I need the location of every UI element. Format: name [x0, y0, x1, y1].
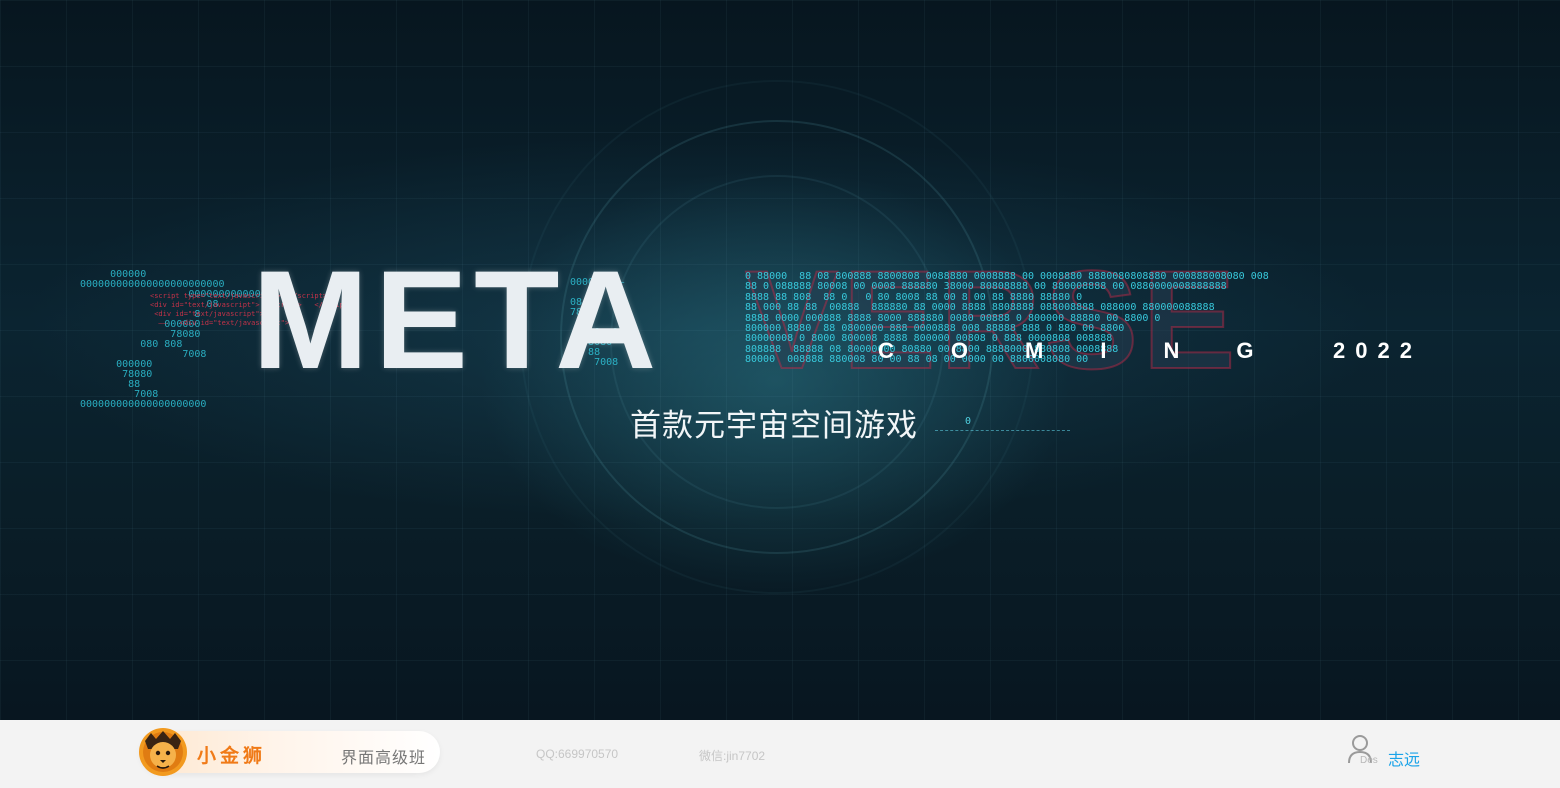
subtitle-code-mark: 0: [965, 416, 972, 427]
hero-banner: 000000 000000000000000000000000 00000000…: [0, 0, 1560, 720]
meta-word: META: [252, 241, 663, 398]
author-name[interactable]: 志远: [1388, 746, 1420, 770]
wechat-contact: 微信:jin7702: [699, 749, 766, 763]
hero-subtitle: 首款元宇宙空间游戏: [630, 408, 918, 444]
coming-text: COMING: [878, 338, 1311, 363]
course-label[interactable]: 界面高级班: [341, 744, 426, 768]
designer-label: Des: [1360, 755, 1378, 766]
subtitle-dashed-line: [935, 430, 1070, 432]
year-text: 2022: [1333, 338, 1422, 363]
footer-bar: 小金狮 界面高级班 QQ:669970570 微信:jin7702 Des 志远: [0, 720, 1560, 788]
code-stream-left: 000000 000000000000000000000000 00000000…: [80, 269, 267, 410]
lion-logo-icon: [139, 728, 187, 776]
brand-name[interactable]: 小金狮: [197, 741, 266, 768]
qq-contact: QQ:669970570: [536, 747, 619, 761]
